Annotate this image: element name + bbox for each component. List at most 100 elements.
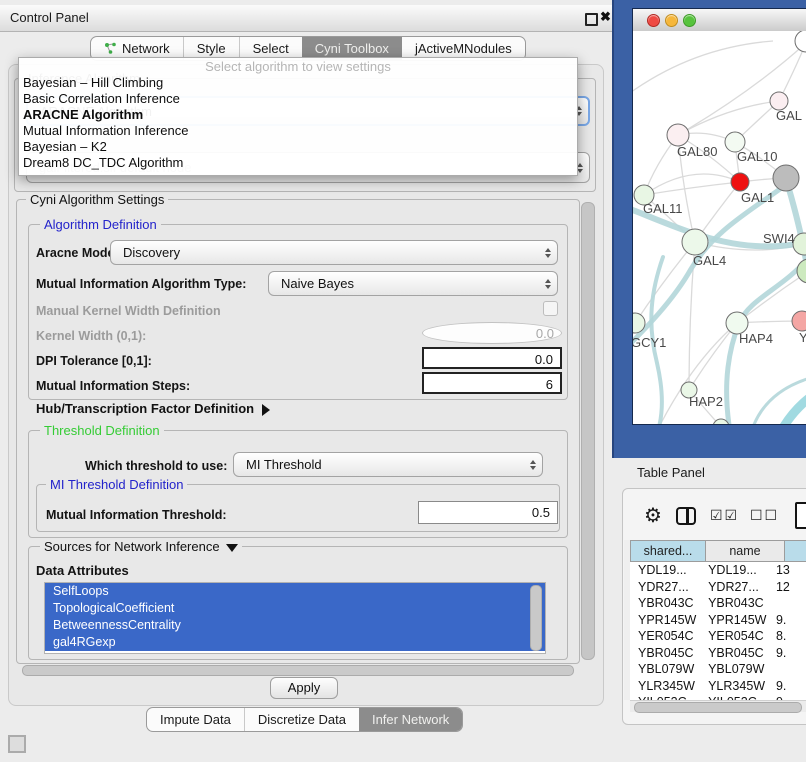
table-row[interactable]: YPR145WYPR145W9. [630, 612, 806, 629]
algorithm-option-bayesian-hill-climbing[interactable]: Bayesian – Hill Climbing [19, 75, 577, 91]
expand-right-icon [262, 404, 270, 416]
algorithm-option-aracne-algorithm[interactable]: ARACNE Algorithm [19, 107, 577, 123]
column-header-name[interactable]: name [705, 540, 785, 562]
node-label-gal11: GAL11 [643, 201, 683, 216]
combo-arrows-icon [545, 279, 551, 289]
table-cell: 8. [770, 629, 806, 643]
mi-steps-label: Mutual Information Steps: [36, 379, 190, 393]
table-row[interactable]: YER054CYER054C8. [630, 628, 806, 645]
table-row[interactable]: YBR043CYBR043C [630, 595, 806, 612]
table-cell: YBL079W [630, 662, 698, 676]
float-window-icon[interactable] [585, 13, 598, 26]
data-attribute-selfloops[interactable]: SelfLoops [45, 583, 545, 600]
table-cell: YBR043C [630, 596, 698, 610]
algorithm-definition-legend: Algorithm Definition [40, 217, 161, 232]
node-label-gcy1: GCY1 [633, 335, 666, 350]
data-attribute-gal4rgexp[interactable]: gal4RGexp [45, 634, 545, 651]
dock-icon[interactable] [8, 735, 26, 753]
table-cell: YBL079W [698, 662, 770, 676]
dropdown-list: Bayesian – Hill ClimbingBasic Correlatio… [19, 75, 577, 171]
algorithm-option-mutual-information-inference[interactable]: Mutual Information Inference [19, 123, 577, 139]
table-row[interactable]: YBR045CYBR045C9. [630, 645, 806, 662]
show-columns-icon[interactable] [676, 507, 696, 525]
sources-legend[interactable]: Sources for Network Inference [40, 539, 242, 554]
table-cell: YPR145W [630, 613, 698, 627]
node-label-swi4: SWI4 [763, 231, 795, 246]
network-node-swi4[interactable] [793, 233, 806, 255]
network-edge[interactable] [644, 174, 740, 195]
tab-impute-data[interactable]: Impute Data [147, 708, 244, 731]
cyni-settings-legend: Cyni Algorithm Settings [26, 192, 168, 207]
table-row[interactable]: YLR345WYLR345W9. [630, 678, 806, 695]
mi-threshold-field[interactable]: 0.5 [418, 501, 558, 524]
data-attributes-list[interactable]: SelfLoopsTopologicalCoefficientBetweenne… [44, 582, 546, 654]
node-label-hap4: HAP4 [739, 331, 773, 346]
mi-algorithm-type-label: Mutual Information Algorithm Type: [36, 277, 246, 291]
data-attribute-betweennesscentrality[interactable]: BetweennessCentrality [45, 617, 545, 634]
network-node-gal80[interactable] [667, 124, 689, 146]
hub-section-toggle[interactable]: Hub/Transcription Factor Definition [36, 401, 270, 416]
apply-button[interactable]: Apply [270, 677, 338, 699]
dpi-tolerance-field[interactable]: 0.0 [422, 347, 562, 369]
data-attribute-topologicalcoefficient[interactable]: TopologicalCoefficient [45, 600, 545, 617]
table-cell: YDL19... [698, 563, 770, 577]
gear-icon[interactable]: ⚙ [644, 503, 662, 528]
network-edge[interactable] [753, 379, 806, 424]
table-cell: YER054C [698, 629, 770, 643]
which-threshold-combo[interactable]: MI Threshold [233, 452, 543, 477]
algorithm-option-bayesian-k2[interactable]: Bayesian – K2 [19, 139, 577, 155]
list-vertical-scrollbar[interactable] [530, 585, 542, 651]
network-node-gal4[interactable] [682, 229, 708, 255]
kernel-width-field[interactable]: 0.0 [422, 322, 562, 344]
network-canvas[interactable]: GALGAL80GAL10GAL1GAL11GAL4SWI4GCY1HAP4YH… [633, 31, 806, 424]
algorithm-dropdown: Select algorithm to view settings Bayesi… [18, 57, 578, 176]
network-node[interactable] [795, 31, 806, 52]
network-edge[interactable] [635, 242, 695, 323]
table-cell: 9. [770, 646, 806, 660]
collapse-down-icon [226, 544, 238, 552]
column-header-a[interactable]: A [784, 540, 806, 562]
table-row[interactable]: YDL19...YDL19...13 [630, 562, 806, 579]
network-node[interactable] [797, 259, 806, 283]
network-edge[interactable] [678, 101, 779, 135]
node-label-gal80: GAL80 [677, 144, 717, 159]
table-horizontal-scrollbar[interactable] [630, 700, 806, 712]
network-edge[interactable] [644, 182, 740, 195]
column-header-shared-[interactable]: shared... [630, 540, 706, 562]
manual-kernel-label: Manual Kernel Width Definition [36, 304, 221, 318]
window-minimize-icon[interactable] [665, 14, 678, 27]
mi-threshold-label: Mutual Information Threshold: [46, 508, 227, 522]
table-cell: 9. [770, 613, 806, 627]
tab-infer-network-label: Infer Network [372, 712, 449, 727]
window-close-icon[interactable] [647, 14, 660, 27]
network-node[interactable] [773, 165, 799, 191]
table-row[interactable]: YDR27...YDR27...12 [630, 579, 806, 596]
settings-horizontal-scrollbar[interactable] [20, 664, 576, 675]
table-row[interactable]: YBL079WYBL079W [630, 661, 806, 678]
export-table-icon[interactable] [795, 502, 806, 529]
close-icon[interactable]: ✖ [600, 9, 611, 25]
network-window: GALGAL80GAL10GAL1GAL11GAL4SWI4GCY1HAP4YH… [632, 8, 806, 425]
select-all-icon[interactable]: ☑☑ [710, 507, 739, 524]
deselect-all-icon[interactable]: ☐☐ [750, 507, 779, 524]
table-cell: YER054C [630, 629, 698, 643]
window-zoom-icon[interactable] [683, 14, 696, 27]
network-node-y[interactable] [792, 311, 806, 331]
dpi-tolerance-label: DPI Tolerance [0,1]: [36, 354, 152, 368]
tab-impute-data-label: Impute Data [160, 712, 231, 727]
aracne-mode-combo[interactable]: Discovery [110, 240, 558, 265]
manual-kernel-checkbox[interactable] [543, 301, 558, 316]
settings-vertical-scrollbar[interactable] [581, 202, 595, 660]
table-cell: YLR345W [698, 679, 770, 693]
table-cell: YDR27... [698, 580, 770, 594]
tab-discretize-data[interactable]: Discretize Data [244, 708, 359, 731]
mi-algorithm-type-combo[interactable]: Naive Bayes [268, 271, 558, 296]
algorithm-option-basic-correlation-inference[interactable]: Basic Correlation Inference [19, 91, 577, 107]
table-cell: YDR27... [630, 580, 698, 594]
mi-steps-field[interactable]: 6 [422, 372, 562, 394]
algorithm-option-dream8-dc-tdc-algorithm[interactable]: Dream8 DC_TDC Algorithm [19, 155, 577, 171]
network-node-gal1[interactable] [731, 173, 749, 191]
tab-discretize-data-label: Discretize Data [258, 712, 346, 727]
tab-infer-network[interactable]: Infer Network [359, 708, 462, 731]
tab-select-label: Select [253, 41, 289, 56]
